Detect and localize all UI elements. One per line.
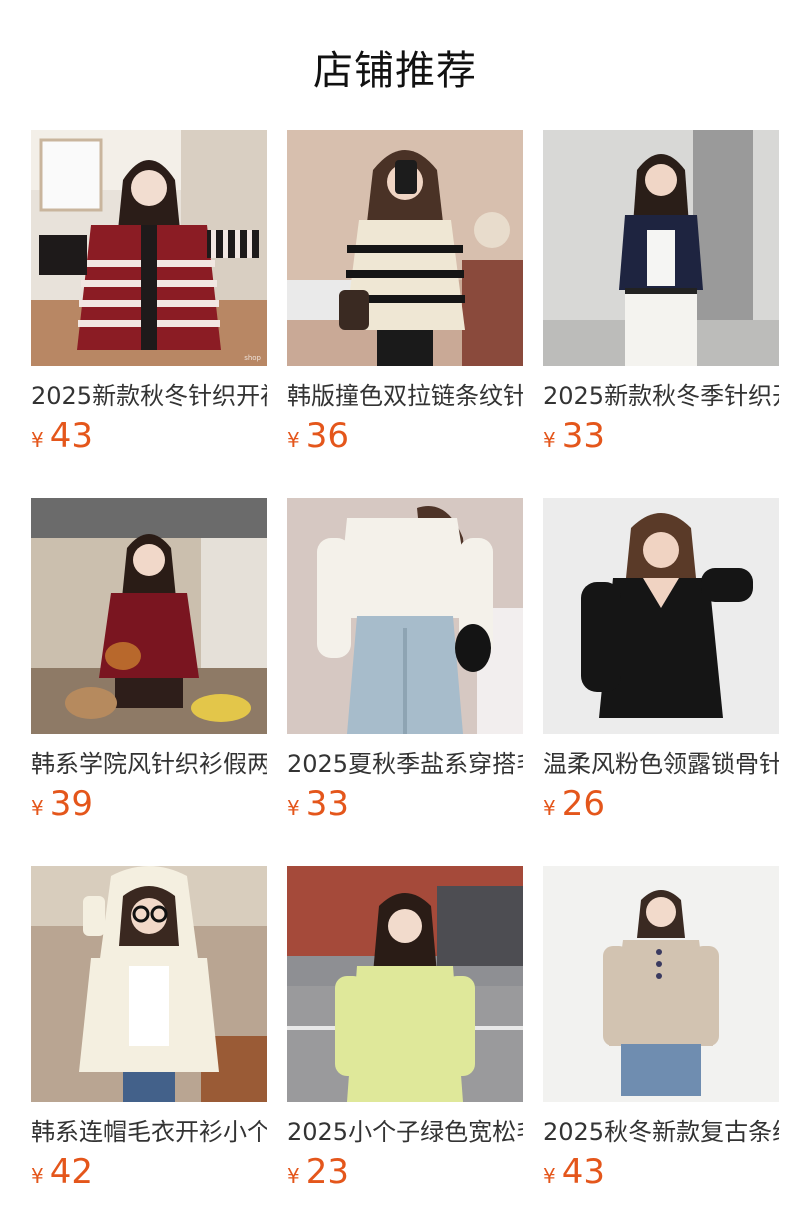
currency-symbol: ¥ — [287, 1164, 300, 1188]
price-value: 33 — [561, 416, 605, 456]
product-price: ¥ 43 — [31, 416, 267, 456]
price-value: 39 — [49, 784, 93, 824]
price-value: 42 — [49, 1152, 93, 1192]
product-image[interactable] — [543, 866, 779, 1102]
product-name[interactable]: 2025秋冬新款复古条纹毛衣 — [543, 1116, 779, 1148]
page-title: 店铺推荐 — [313, 48, 477, 94]
product-price: ¥ 33 — [543, 416, 779, 456]
product-image[interactable]: shop — [31, 130, 267, 366]
product-grid: shop 2025新款秋冬针织开衫 ¥ 43 韩版撞色双拉链条纹针 ¥ 36 2… — [0, 130, 790, 1232]
product-card[interactable]: 2025秋冬新款复古条纹毛衣 ¥ 43 — [543, 866, 779, 1232]
product-name[interactable]: 2025新款秋冬季针织开衫 — [543, 380, 779, 412]
product-image[interactable] — [543, 498, 779, 734]
product-card[interactable]: 2025小个子绿色宽松毛衣 ¥ 23 — [287, 866, 523, 1232]
product-price: ¥ 33 — [287, 784, 523, 824]
product-card[interactable]: 韩系连帽毛衣开衫小个子 ¥ 42 — [31, 866, 267, 1232]
product-name[interactable]: 2025新款秋冬针织开衫 — [31, 380, 267, 412]
product-name[interactable]: 韩版撞色双拉链条纹针织 — [287, 380, 523, 412]
currency-symbol: ¥ — [287, 428, 300, 452]
product-price: ¥ 39 — [31, 784, 267, 824]
currency-symbol: ¥ — [31, 796, 44, 820]
product-name[interactable]: 2025小个子绿色宽松毛衣 — [287, 1116, 523, 1148]
product-price: ¥ 26 — [543, 784, 779, 824]
product-price: ¥ 43 — [543, 1152, 779, 1192]
product-image[interactable] — [287, 498, 523, 734]
product-card[interactable]: shop 2025新款秋冬针织开衫 ¥ 43 — [31, 130, 267, 498]
product-price: ¥ 42 — [31, 1152, 267, 1192]
currency-symbol: ¥ — [543, 1164, 556, 1188]
product-image[interactable] — [287, 866, 523, 1102]
product-card[interactable]: 2025新款秋冬季针织开衫 ¥ 33 — [543, 130, 779, 498]
product-name[interactable]: 2025夏秋季盐系穿搭毛衣 — [287, 748, 523, 780]
product-name[interactable]: 韩系连帽毛衣开衫小个子 — [31, 1116, 267, 1148]
currency-symbol: ¥ — [543, 796, 556, 820]
currency-symbol: ¥ — [31, 1164, 44, 1188]
product-image[interactable] — [31, 866, 267, 1102]
currency-symbol: ¥ — [543, 428, 556, 452]
product-name[interactable]: 韩系学院风针织衫假两件 — [31, 748, 267, 780]
currency-symbol: ¥ — [287, 796, 300, 820]
product-price: ¥ 23 — [287, 1152, 523, 1192]
product-price: ¥ 36 — [287, 416, 523, 456]
price-value: 33 — [305, 784, 349, 824]
price-value: 23 — [305, 1152, 349, 1192]
product-image[interactable] — [31, 498, 267, 734]
price-value: 36 — [305, 416, 349, 456]
product-card[interactable]: 韩系学院风针织衫假两件 ¥ 39 — [31, 498, 267, 866]
product-image[interactable] — [543, 130, 779, 366]
product-name[interactable]: 温柔风粉色领露锁骨针织 — [543, 748, 779, 780]
watermark: shop — [244, 354, 261, 362]
product-card[interactable]: 2025夏秋季盐系穿搭毛衣 ¥ 33 — [287, 498, 523, 866]
product-card[interactable]: 温柔风粉色领露锁骨针织 ¥ 26 — [543, 498, 779, 866]
price-value: 26 — [561, 784, 605, 824]
price-value: 43 — [49, 416, 93, 456]
product-card[interactable]: 韩版撞色双拉链条纹针织 ¥ 36 — [287, 130, 523, 498]
product-image[interactable] — [287, 130, 523, 366]
price-value: 43 — [561, 1152, 605, 1192]
currency-symbol: ¥ — [31, 428, 44, 452]
